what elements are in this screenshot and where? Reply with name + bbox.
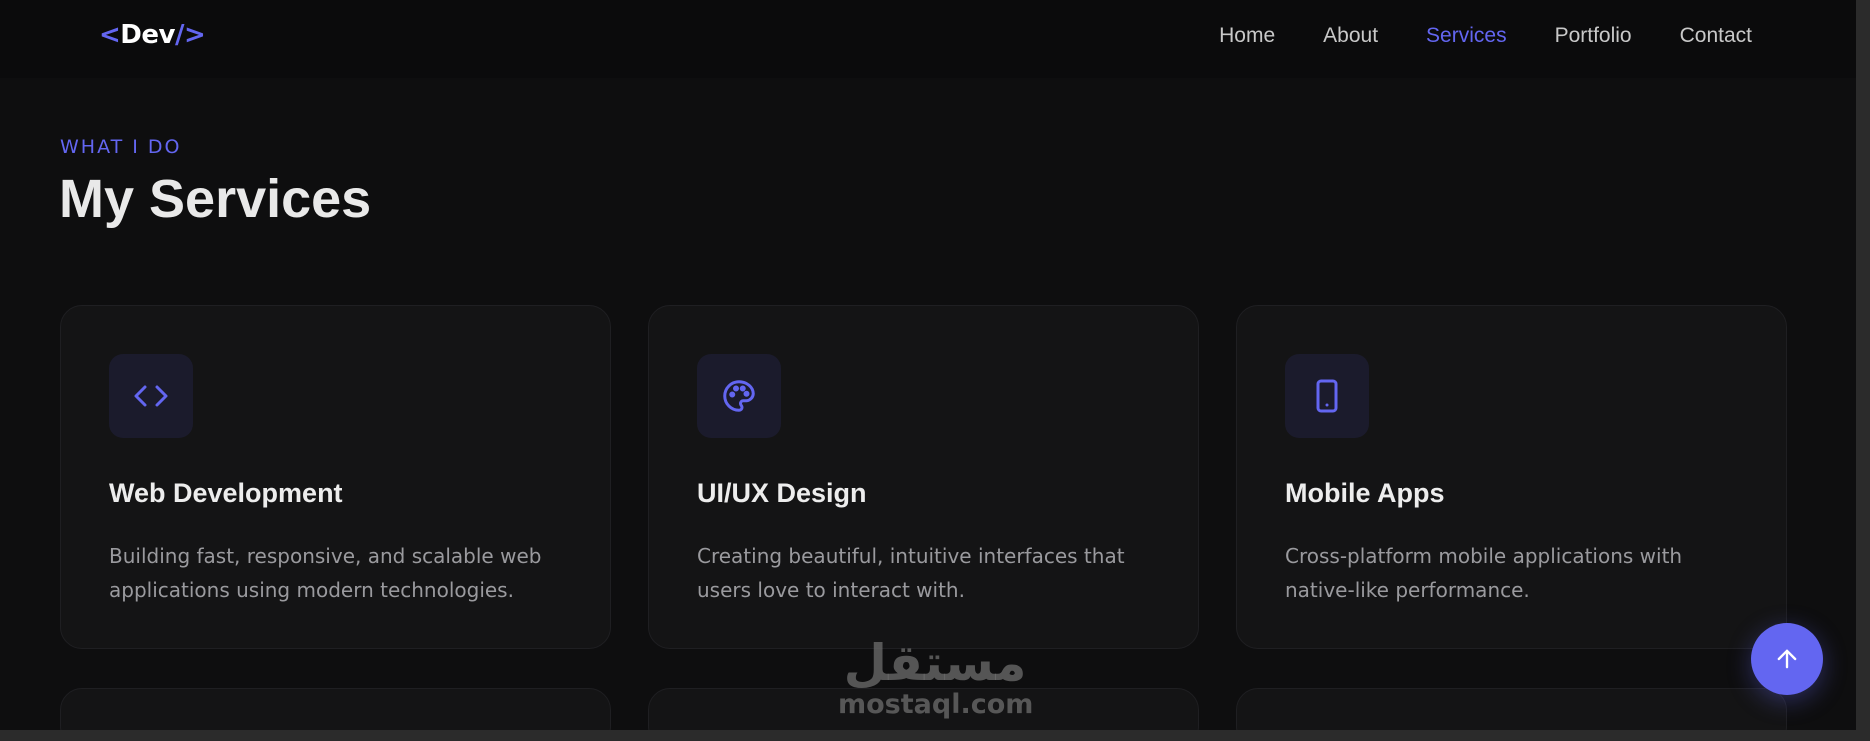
- logo-close-bracket: />: [174, 20, 206, 50]
- logo-text: Dev: [120, 20, 175, 50]
- page: <Dev/> Home About Services Portfolio Con…: [0, 0, 1856, 730]
- code-icon: [134, 385, 168, 407]
- service-description: Cross-platform mobile applications with …: [1285, 544, 1683, 602]
- service-card-ui-ux-design[interactable]: UI/UX Design Creating beautiful, intuiti…: [648, 305, 1199, 649]
- section-eyebrow: WHAT I DO: [60, 136, 182, 158]
- service-title: Mobile Apps: [1285, 478, 1445, 508]
- service-card-partial[interactable]: [1236, 688, 1787, 730]
- service-title: Web Development: [109, 478, 343, 508]
- service-title: UI/UX Design: [697, 478, 867, 508]
- watermark: مستقل mostaql.com: [838, 634, 1034, 726]
- service-icon-box: [697, 354, 781, 438]
- service-card-mobile-apps[interactable]: Mobile Apps Cross-platform mobile applic…: [1236, 305, 1787, 649]
- service-description: Creating beautiful, intuitive interfaces…: [697, 544, 1125, 602]
- watermark-arabic: مستقل: [843, 634, 1027, 692]
- arrow-up-icon: [1777, 649, 1797, 669]
- nav-link-home[interactable]: Home: [1219, 24, 1275, 48]
- section-title: My Services: [59, 169, 372, 229]
- watermark-latin: mostaql.com: [838, 689, 1034, 720]
- palette-icon: [723, 380, 755, 412]
- nav-link-about[interactable]: About: [1323, 24, 1378, 48]
- nav-link-services[interactable]: Services: [1426, 24, 1507, 48]
- service-card-partial[interactable]: [60, 688, 611, 730]
- logo-open-bracket: <: [99, 20, 121, 50]
- nav-link-portfolio[interactable]: Portfolio: [1555, 24, 1632, 48]
- logo[interactable]: <Dev/>: [99, 20, 206, 50]
- service-icon-box: [1285, 354, 1369, 438]
- mobile-icon: [1316, 379, 1338, 413]
- back-to-top-button[interactable]: [1751, 623, 1823, 695]
- service-icon-box: [109, 354, 193, 438]
- nav-link-contact[interactable]: Contact: [1680, 24, 1752, 48]
- window-scrollbar[interactable]: [1856, 0, 1870, 741]
- service-card-web-development[interactable]: Web Development Building fast, responsiv…: [60, 305, 611, 649]
- service-description: Building fast, responsive, and scalable …: [109, 544, 542, 602]
- navbar: <Dev/> Home About Services Portfolio Con…: [0, 0, 1856, 78]
- nav-links: Home About Services Portfolio Contact: [1219, 24, 1752, 48]
